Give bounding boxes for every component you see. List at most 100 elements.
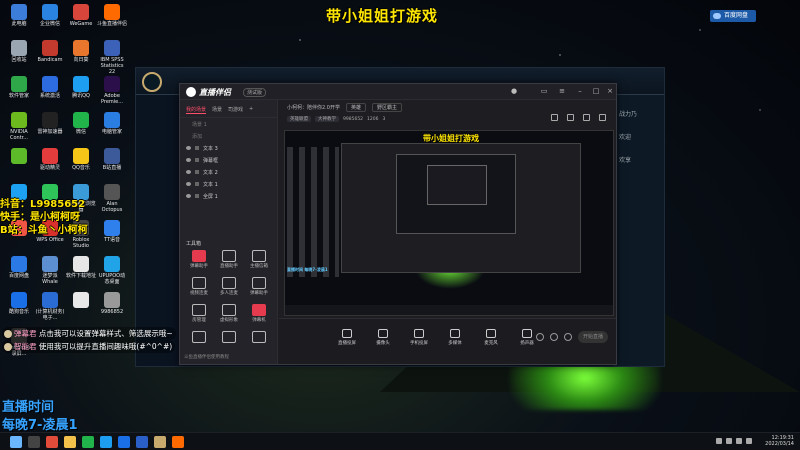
tool-button[interactable] bbox=[244, 331, 274, 344]
stream-preview[interactable]: 带小姐姐打游戏 直播时间 每晚7-凌晨1 bbox=[284, 130, 614, 316]
tab-my-scene[interactable]: 我的场景 bbox=[186, 106, 207, 114]
desktop-icon[interactable]: Adobe Premie... bbox=[97, 76, 127, 105]
tray-icon[interactable] bbox=[716, 438, 722, 444]
settings-icon[interactable] bbox=[583, 114, 590, 121]
desktop-icon[interactable]: 雷神加速器 bbox=[35, 112, 65, 135]
layer-row[interactable]: 弹幕框 bbox=[180, 154, 277, 166]
lock-icon[interactable] bbox=[195, 182, 199, 186]
desktop-icon[interactable]: 9986852 bbox=[97, 292, 127, 315]
eye-icon[interactable] bbox=[186, 158, 191, 162]
tool-button[interactable] bbox=[184, 331, 214, 344]
desktop-icon[interactable] bbox=[66, 292, 96, 309]
tab-scene[interactable]: 场景 bbox=[212, 106, 222, 114]
tool-button[interactable]: 弹幕助手 bbox=[184, 250, 214, 269]
chat-icon[interactable]: ▭ bbox=[540, 87, 548, 95]
volume-icon[interactable] bbox=[536, 333, 544, 341]
eye-icon[interactable] bbox=[186, 194, 191, 198]
wechat-icon[interactable] bbox=[82, 436, 94, 448]
source-button[interactable]: 手机投屏 bbox=[406, 329, 432, 346]
desktop-icon[interactable]: 软件管家 bbox=[4, 76, 34, 99]
desktop-icon[interactable]: IBM SPSS Statistics 22 bbox=[97, 40, 127, 75]
desktop-icon[interactable]: 微信 bbox=[66, 112, 96, 135]
desktop-icon[interactable]: 企业微信 bbox=[35, 4, 65, 27]
tool-button[interactable]: 弹幕助手 bbox=[244, 277, 274, 296]
desktop-icon[interactable]: 迷梦派 Whale bbox=[35, 256, 65, 285]
eye-icon[interactable] bbox=[186, 146, 191, 150]
minimize-icon[interactable]: – bbox=[576, 87, 584, 95]
desktop-icon[interactable]: (计算机财务)电子... bbox=[35, 292, 65, 321]
desktop-icon[interactable]: NVIDIA Contr... bbox=[4, 112, 34, 141]
desktop-icon[interactable]: 酷狗音乐 bbox=[4, 292, 34, 315]
menu-icon[interactable]: ≡ bbox=[558, 87, 566, 95]
folder-icon[interactable] bbox=[64, 436, 76, 448]
tab-game[interactable]: 司游戏 bbox=[228, 106, 243, 114]
layer-row[interactable]: 文本 3 bbox=[180, 142, 277, 154]
clock[interactable]: 12:19:31 2022/03/14 bbox=[765, 435, 794, 447]
tutorial-link[interactable]: 斗鱼直播伴侣使用教程 bbox=[184, 354, 229, 360]
desktop-icon[interactable] bbox=[4, 148, 34, 165]
word-icon[interactable] bbox=[136, 436, 148, 448]
desktop-icon[interactable]: QQ音乐 bbox=[66, 148, 96, 171]
music-icon[interactable] bbox=[118, 436, 130, 448]
desktop-icon[interactable]: 腾讯QQ bbox=[66, 76, 96, 99]
desktop-icon[interactable]: 斗鱼直播伴侣 bbox=[97, 4, 127, 27]
gear-icon[interactable] bbox=[564, 333, 572, 341]
qq-icon[interactable] bbox=[100, 436, 112, 448]
desktop-icon[interactable]: Alan Octopus bbox=[97, 184, 127, 213]
eye-icon[interactable] bbox=[186, 170, 191, 174]
eye-icon[interactable] bbox=[186, 182, 191, 186]
window-titlebar[interactable]: 直播伴侣 测试版 ● ▭ ≡ – □ × bbox=[180, 84, 616, 100]
subtag-box[interactable]: 大神教学 bbox=[315, 116, 339, 122]
tool-button[interactable]: 主播信箱 bbox=[244, 250, 274, 269]
source-button[interactable]: 摄像头 bbox=[370, 329, 396, 346]
share-icon[interactable] bbox=[599, 114, 606, 121]
start-live-button[interactable]: 开始直播 bbox=[578, 331, 608, 343]
douyu-icon[interactable] bbox=[172, 436, 184, 448]
baidu-netdisk-badge[interactable]: 百度网盘 bbox=[710, 10, 756, 22]
desktop-icon[interactable]: TT语音 bbox=[97, 220, 127, 243]
scene-group-label[interactable]: 场景 1 bbox=[180, 118, 277, 130]
desktop-icon[interactable]: 向日葵 bbox=[66, 40, 96, 63]
avatar-icon[interactable]: ● bbox=[510, 87, 518, 95]
tool-button[interactable] bbox=[214, 331, 244, 344]
desktop-icon[interactable]: B站直播 bbox=[97, 148, 127, 171]
desktop-icon[interactable]: 软件下载地址 bbox=[66, 256, 96, 279]
layer-row[interactable]: 全屏 1 bbox=[180, 190, 277, 202]
desktop-icon[interactable]: 回收站 bbox=[4, 40, 34, 63]
tag-edit-box[interactable]: 野区霸主 bbox=[371, 102, 402, 112]
lock-icon[interactable] bbox=[195, 170, 199, 174]
desktop-icon[interactable]: 百度网盘 bbox=[4, 256, 34, 279]
record-icon[interactable] bbox=[551, 114, 558, 121]
layer-row[interactable]: 文本 2 bbox=[180, 166, 277, 178]
game-box[interactable]: 英雄联盟 bbox=[287, 116, 311, 122]
add-tab-button[interactable]: + bbox=[249, 106, 253, 114]
desktop-icon[interactable]: UPUPOO动态桌面 bbox=[97, 256, 127, 285]
chrome-icon[interactable] bbox=[46, 436, 58, 448]
scene-add-label[interactable]: 添加 bbox=[180, 130, 277, 142]
tool-button[interactable]: 弹幕机 bbox=[244, 304, 274, 323]
live-companion-window[interactable]: 直播伴侣 测试版 ● ▭ ≡ – □ × 我的场景 场景 司游戏 + 场景 1 … bbox=[179, 83, 617, 365]
close-icon[interactable]: × bbox=[606, 87, 614, 95]
maximize-icon[interactable]: □ bbox=[592, 87, 600, 95]
tray-icon[interactable] bbox=[736, 438, 742, 444]
desktop-icon[interactable]: 电脑管家 bbox=[97, 112, 127, 135]
desktop-icon[interactable]: Bandicam bbox=[35, 40, 65, 63]
lock-icon[interactable] bbox=[195, 194, 199, 198]
lock-icon[interactable] bbox=[195, 158, 199, 162]
desktop-icon[interactable]: 系统激活 bbox=[35, 76, 65, 99]
source-button[interactable]: 直播投屏 bbox=[334, 329, 360, 346]
tool-button[interactable]: 直播助手 bbox=[214, 250, 244, 269]
tool-button[interactable]: 视频连麦 bbox=[184, 277, 214, 296]
source-button[interactable]: 多媒体 bbox=[442, 329, 468, 346]
tool-button[interactable]: 房管理 bbox=[184, 304, 214, 323]
clip-icon[interactable] bbox=[567, 114, 574, 121]
desktop-icon[interactable]: WeGame bbox=[66, 4, 96, 27]
eye-icon[interactable] bbox=[550, 333, 558, 341]
game-icon[interactable] bbox=[154, 436, 166, 448]
tray-icon[interactable] bbox=[746, 438, 752, 444]
desktop-icon[interactable]: 驱动精灵 bbox=[35, 148, 65, 171]
tool-button[interactable]: 虚拟形象 bbox=[214, 304, 244, 323]
lock-icon[interactable] bbox=[195, 146, 199, 150]
category-box[interactable]: 英雄 bbox=[345, 102, 366, 112]
tray-icon[interactable] bbox=[726, 438, 732, 444]
